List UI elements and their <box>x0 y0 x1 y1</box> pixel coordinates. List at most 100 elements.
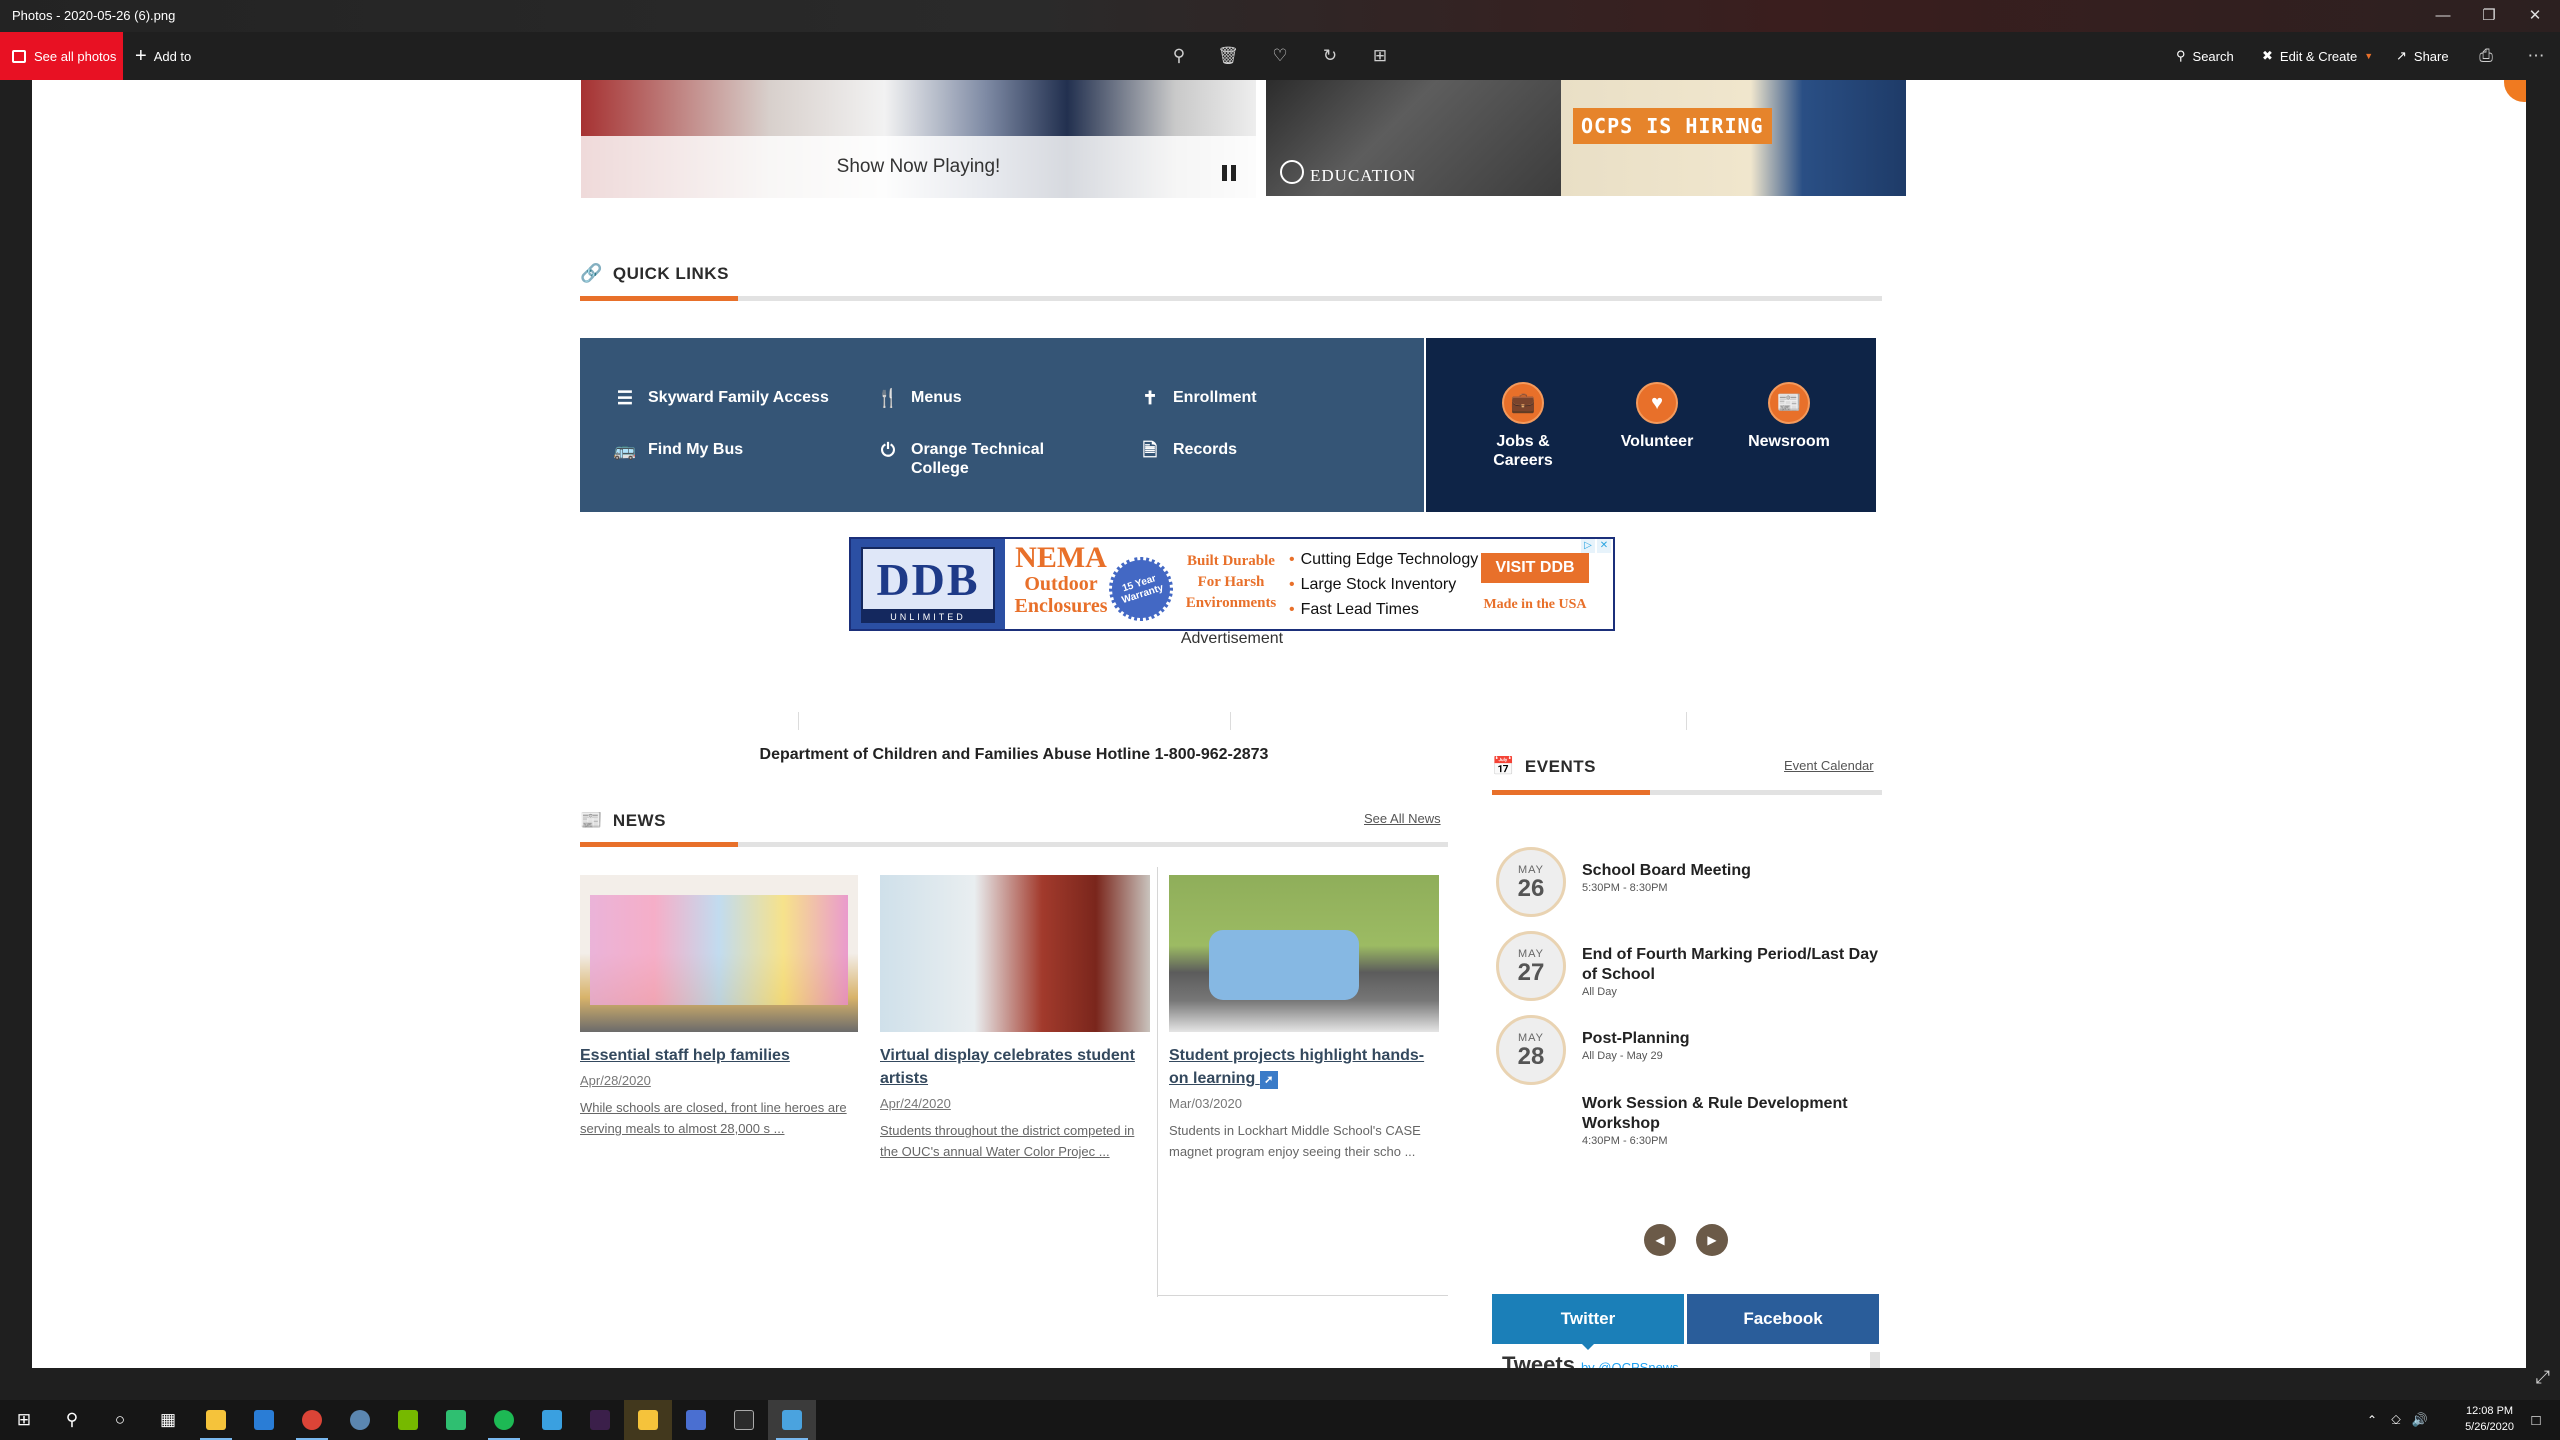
news-heading: 📰 NEWS <box>580 810 666 831</box>
nvidia-icon[interactable] <box>384 1400 432 1440</box>
search-button[interactable]: ⚲ Search <box>2176 32 2234 80</box>
zoom-icon[interactable]: ⚲ <box>1165 32 1193 80</box>
more-options-icon[interactable]: ⋯ <box>2522 32 2550 80</box>
taskbar-clock[interactable]: 12:08 PM 5/26/2020 <box>2465 1403 2514 1435</box>
ddb-logo-sub: UNLIMITED <box>861 611 995 623</box>
newspaper-icon: 📰 <box>580 810 603 830</box>
divider <box>1686 712 1687 730</box>
quick-link-skyward[interactable]: ☰ Skyward Family Access <box>614 388 829 410</box>
news-card[interactable]: Essential staff help families Apr/28/202… <box>580 875 858 1140</box>
quick-link-menus[interactable]: 🍴 Menus <box>877 388 962 410</box>
epic-games-icon[interactable] <box>720 1400 768 1440</box>
search-icon[interactable]: ⚲ <box>48 1400 96 1440</box>
heart-icon: ♥ <box>1636 382 1678 424</box>
carousel-thumb-hiring[interactable]: OCPS IS HIRING <box>1561 80 1906 196</box>
steam-icon[interactable] <box>336 1400 384 1440</box>
app-icon[interactable] <box>672 1400 720 1440</box>
news-card[interactable]: Virtual display celebrates student artis… <box>880 875 1150 1163</box>
app-icon[interactable] <box>528 1400 576 1440</box>
photos-app-icon[interactable] <box>768 1400 816 1440</box>
add-to-button[interactable]: + Add to <box>135 32 191 80</box>
quick-link-orange-technical-college[interactable]: ⏻ Orange Technical College <box>877 440 1077 478</box>
favorite-icon[interactable]: ♡ <box>1266 32 1294 80</box>
news-summary[interactable]: While schools are closed, front line her… <box>580 1098 858 1140</box>
newsroom-button[interactable]: 📰 Newsroom <box>1739 382 1839 451</box>
tweets-header: Tweets by @OCPSnews <box>1502 1352 1679 1368</box>
scroll-top-badge[interactable] <box>2504 80 2526 102</box>
event-calendar-link[interactable]: Event Calendar <box>1784 758 1874 773</box>
file-explorer-icon[interactable] <box>192 1400 240 1440</box>
fullscreen-icon[interactable]: ⤢ <box>2536 1367 2550 1388</box>
quick-link-enrollment[interactable]: ✝ Enrollment <box>1139 388 1256 410</box>
carousel-slide[interactable]: Show Now Playing! <box>581 80 1256 198</box>
pause-icon[interactable] <box>1214 158 1244 188</box>
news-title: NEWS <box>612 810 666 830</box>
sticky-notes-icon[interactable] <box>624 1400 672 1440</box>
news-card[interactable]: Student projects highlight hands-on lear… <box>1169 875 1439 1163</box>
news-image[interactable] <box>880 875 1150 1032</box>
rotate-icon[interactable]: ↻ <box>1316 32 1344 80</box>
mail-icon[interactable] <box>240 1400 288 1440</box>
event-name[interactable]: School Board Meeting <box>1582 861 1882 881</box>
network-icon[interactable]: ⎐ <box>2384 1400 2408 1440</box>
edit-create-button[interactable]: ✖ Edit & Create ▼ <box>2262 32 2373 80</box>
chrome-icon[interactable] <box>288 1400 336 1440</box>
tweets-scrollbar[interactable] <box>1870 1352 1880 1368</box>
share-label: Share <box>2413 48 2449 64</box>
education-label: EDUCATION <box>1310 166 1417 185</box>
tweets-by[interactable]: by @OCPSnews <box>1581 1360 1679 1368</box>
see-all-photos-button[interactable]: See all photos <box>0 32 123 80</box>
person-icon: ✝ <box>1142 388 1158 409</box>
quick-links-underline <box>580 296 1882 301</box>
volunteer-button[interactable]: ♥ Volunteer <box>1607 382 1707 451</box>
ad-choices[interactable]: ▷ ✕ <box>1581 539 1613 553</box>
twitter-tab[interactable]: Twitter <box>1492 1294 1684 1344</box>
task-view-icon[interactable]: ▦ <box>144 1400 192 1440</box>
events-prev-button[interactable]: ◀ <box>1644 1224 1676 1256</box>
ddb-logo: DDB UNLIMITED <box>851 539 1005 629</box>
news-divider <box>1157 867 1158 1297</box>
carousel-caption[interactable]: Show Now Playing! <box>581 136 1256 198</box>
news-title-link[interactable]: Essential staff help families <box>580 1044 858 1067</box>
spotify-icon[interactable] <box>480 1400 528 1440</box>
volume-icon[interactable]: 🔊 <box>2408 1400 2432 1440</box>
ad-close-icon[interactable]: ✕ <box>1597 539 1611 553</box>
see-all-news-link[interactable]: See All News <box>1364 811 1441 826</box>
print-icon[interactable]: ⎙ <box>2472 32 2500 80</box>
event-day: 28 <box>1517 1043 1545 1070</box>
event-name[interactable]: Post-Planning <box>1582 1029 1882 1049</box>
delete-icon[interactable]: 🗑 <box>1214 32 1242 80</box>
facebook-tab[interactable]: Facebook <box>1687 1294 1879 1344</box>
news-title-link[interactable]: Virtual display celebrates student artis… <box>880 1044 1150 1090</box>
jobs-careers-button[interactable]: 💼 Jobs & Careers <box>1473 382 1573 470</box>
close-icon[interactable]: ✕ <box>2512 0 2558 32</box>
app-icon[interactable] <box>432 1400 480 1440</box>
events-next-button[interactable]: ▶ <box>1696 1224 1728 1256</box>
restore-icon[interactable]: ❐ <box>2466 0 2512 32</box>
carousel-thumb-education[interactable]: EDUCATION <box>1266 80 1580 196</box>
share-button[interactable]: ↗ Share <box>2396 32 2449 80</box>
minimize-icon[interactable]: — <box>2420 0 2466 32</box>
event-name[interactable]: End of Fourth Marking Period/Last Day of… <box>1582 945 1882 985</box>
visit-ddb-button[interactable]: VISIT DDB <box>1481 553 1589 583</box>
quick-link-records[interactable]: 🗎 Records <box>1139 440 1237 462</box>
app-icon[interactable] <box>576 1400 624 1440</box>
chevron-up-icon[interactable]: ⌃ <box>2360 1400 2384 1440</box>
notification-icon[interactable]: □ <box>2512 1400 2560 1440</box>
news-summary[interactable]: Students throughout the district compete… <box>880 1121 1150 1163</box>
search-icon: ⚲ <box>2176 48 2186 63</box>
event-name[interactable]: Work Session & Rule Development Workshop <box>1582 1094 1882 1134</box>
crop-icon[interactable]: ⊞ <box>1366 32 1394 80</box>
start-icon[interactable]: ⊞ <box>0 1400 48 1440</box>
cortana-icon[interactable]: ○ <box>96 1400 144 1440</box>
ad-bullet: • Large Stock Inventory <box>1289 576 1457 593</box>
quick-link-find-my-bus[interactable]: 🚌 Find My Bus <box>614 440 743 462</box>
news-title-link[interactable]: Student projects highlight hands-on lear… <box>1169 1044 1439 1090</box>
events-heading: 📅 EVENTS <box>1492 756 1596 777</box>
ad-info-icon[interactable]: ▷ <box>1581 539 1595 553</box>
news-underline <box>580 842 1448 847</box>
ddb-advertisement[interactable]: DDB UNLIMITED NEMA Outdoor Enclosures 15… <box>849 537 1615 631</box>
news-image[interactable] <box>580 875 858 1032</box>
news-image[interactable] <box>1169 875 1439 1032</box>
quick-links-title: QUICK LINKS <box>612 263 729 283</box>
